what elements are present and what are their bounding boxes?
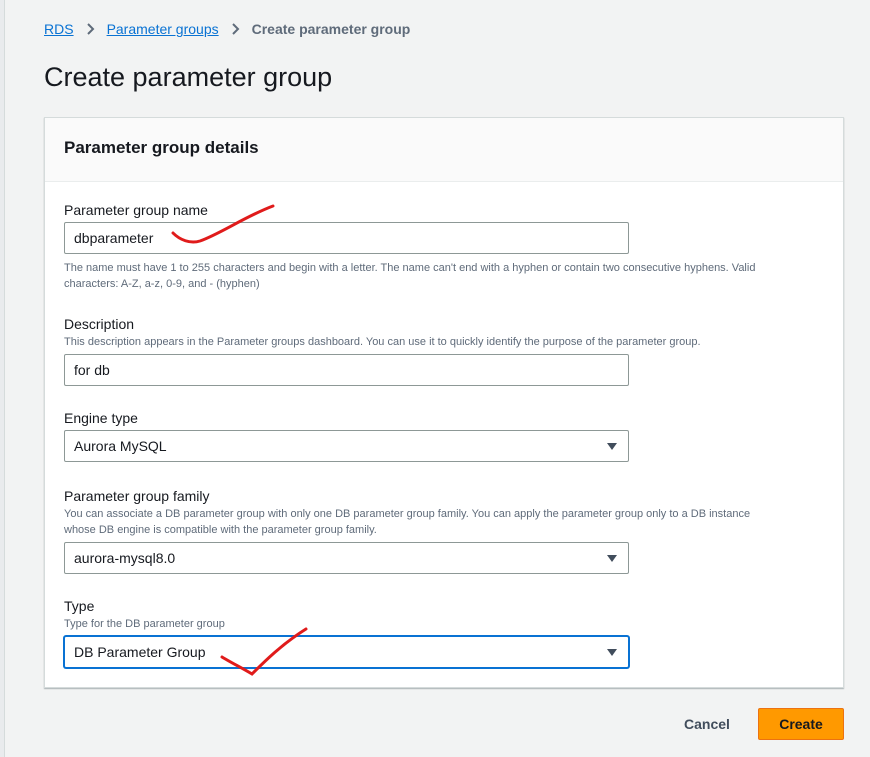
caret-down-icon [607, 648, 617, 656]
type-label: Type [64, 598, 95, 614]
caret-down-icon [607, 442, 617, 450]
chevron-right-icon [86, 22, 95, 36]
parameter-group-name-input[interactable] [64, 222, 629, 254]
description-input[interactable] [64, 354, 629, 386]
family-select[interactable]: aurora-mysql8.0 [64, 542, 629, 574]
description-hint: This description appears in the Paramete… [64, 336, 701, 348]
chevron-right-icon [231, 22, 240, 36]
parameter-group-details-panel: Parameter group details Parameter group … [44, 117, 844, 688]
family-field: Parameter group family You can associate… [64, 488, 750, 574]
breadcrumb: RDS Parameter groups Create parameter gr… [44, 21, 410, 37]
left-edge [0, 0, 5, 757]
name-constraint-text: The name must have 1 to 255 characters a… [64, 262, 756, 290]
breadcrumb-current: Create parameter group [251, 21, 411, 37]
family-value: aurora-mysql8.0 [74, 550, 176, 566]
description-label: Description [64, 316, 135, 332]
family-hint: You can associate a DB parameter group w… [64, 508, 751, 536]
type-select[interactable]: DB Parameter Group [64, 636, 629, 668]
page-title: Create parameter group [44, 62, 333, 92]
engine-type-value: Aurora MySQL [74, 438, 167, 454]
engine-type-field: Engine type Aurora MySQL [64, 410, 629, 462]
name-label: Parameter group name [64, 202, 208, 218]
type-hint: Type for the DB parameter group [64, 618, 225, 630]
engine-type-select[interactable]: Aurora MySQL [64, 430, 629, 462]
name-field: Parameter group name The name must have … [64, 202, 755, 292]
type-value: DB Parameter Group [74, 644, 206, 660]
cancel-button[interactable]: Cancel [672, 708, 742, 740]
description-field: Description This description appears in … [64, 316, 701, 386]
type-field: Type Type for the DB parameter group DB … [64, 598, 629, 668]
engine-type-label: Engine type [64, 410, 138, 426]
family-label: Parameter group family [64, 488, 210, 504]
create-button[interactable]: Create [758, 708, 844, 740]
breadcrumb-rds-link[interactable]: RDS [44, 21, 74, 37]
breadcrumb-parameter-groups-link[interactable]: Parameter groups [107, 21, 219, 37]
caret-down-icon [607, 554, 617, 562]
panel-header: Parameter group details [45, 118, 843, 182]
